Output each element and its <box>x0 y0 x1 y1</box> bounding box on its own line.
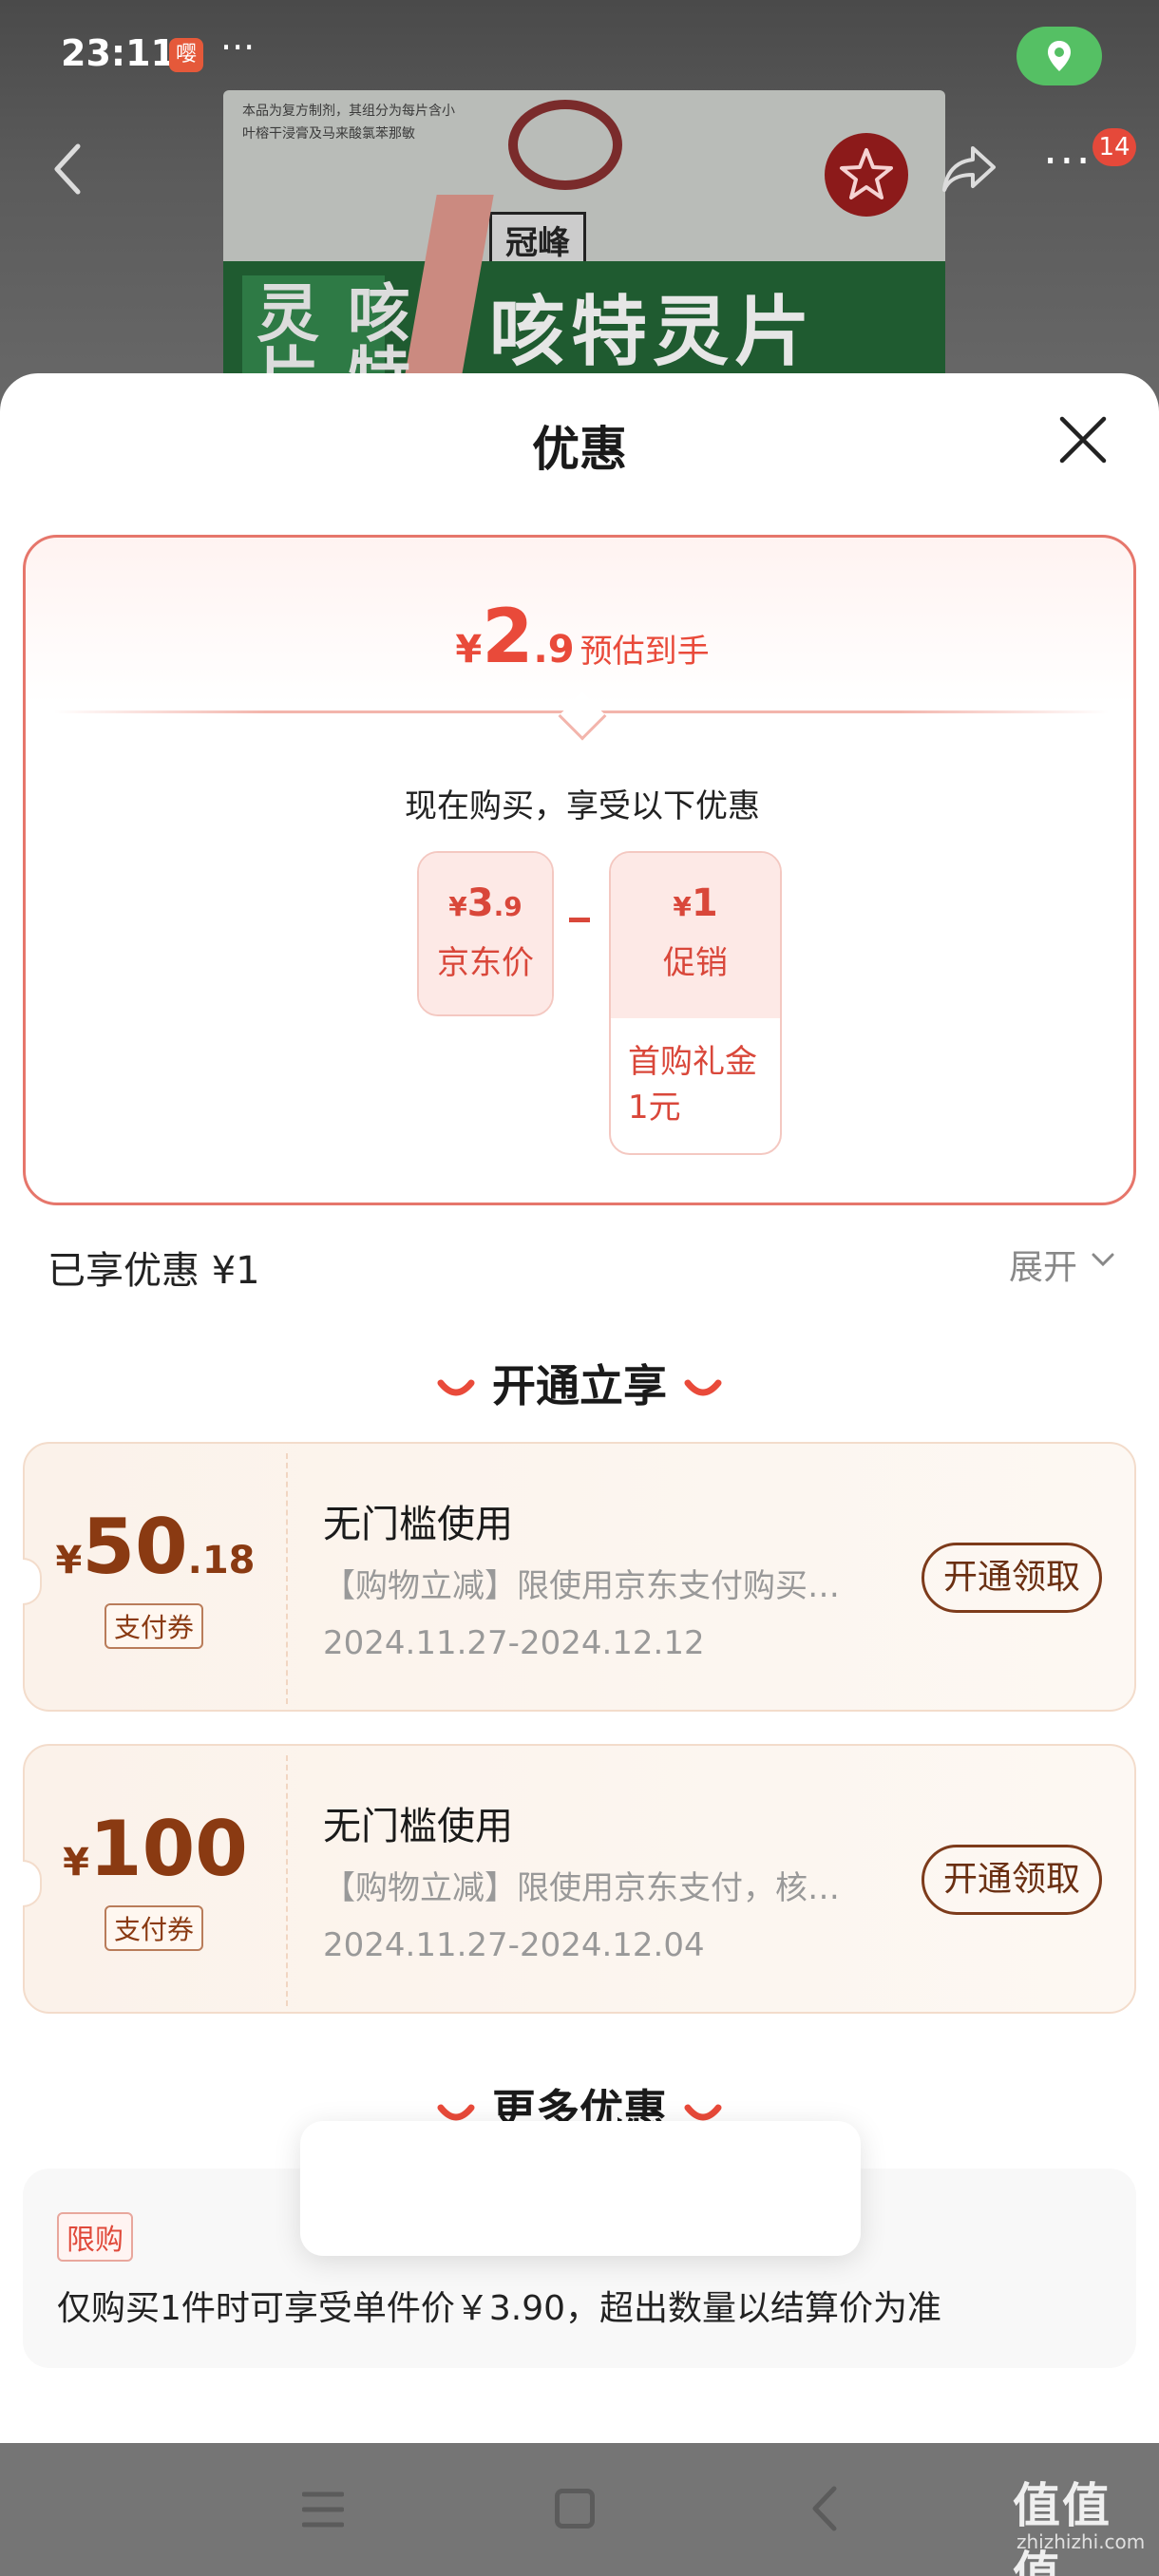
discount-sheet: 优惠 ¥2.9 预估到手 现在购买，享受以下优惠 ¥3.9 京东价 ¥1 促销 首… <box>0 373 1159 2444</box>
coupon-title: 无门槛使用 <box>323 1503 513 1546</box>
promo-currency: ¥ <box>673 891 692 922</box>
chevron-down-icon[interactable] <box>1091 1251 1115 1268</box>
estimate-integer: 2 <box>482 595 534 680</box>
coupon-date-range: 2024.11.27-2024.12.12 <box>323 1624 705 1662</box>
coupon-description: 【购物立减】限使用京东支付，核… <box>323 1869 840 1907</box>
jd-price-label: 京东价 <box>437 944 534 982</box>
coupon-date-range: 2024.11.27-2024.12.04 <box>323 1926 705 1964</box>
product-logo <box>508 100 622 190</box>
status-bar: 23:11 嘤 ··· <box>0 0 1159 104</box>
estimated-price: ¥2.9 预估到手 <box>26 595 1139 680</box>
watermark-logo: 值值值 <box>1013 2478 1112 2576</box>
app-notification-icon: 嘤 <box>169 38 203 72</box>
coupon-separator <box>286 1755 288 2006</box>
open-section-title: 开通立享 <box>0 1352 1159 1414</box>
jd-price-currency: ¥ <box>448 891 467 922</box>
smile-decor-icon <box>684 1379 722 1395</box>
divider-pointer <box>558 691 607 741</box>
promo-box: ¥1 促销 首购礼金1元 <box>609 851 782 1155</box>
watermark-url: zhizhizhi.com <box>1016 2530 1146 2553</box>
sheet-title: 优惠 <box>532 422 627 477</box>
coupon-description: 【购物立减】限使用京东支付购买… <box>323 1567 840 1605</box>
estimate-label: 预估到手 <box>580 633 710 671</box>
expand-button[interactable]: 展开 <box>1009 1240 1077 1289</box>
now-buy-text: 现在购买，享受以下优惠 <box>405 787 760 825</box>
promo-label: 促销 <box>663 944 728 982</box>
home-icon[interactable] <box>555 2489 595 2529</box>
coupon-title: 无门槛使用 <box>323 1805 513 1848</box>
favorite-star-button[interactable] <box>825 133 908 217</box>
claim-coupon-button[interactable]: 开通领取 <box>922 1543 1102 1613</box>
recent-apps-icon[interactable] <box>302 2491 344 2529</box>
system-back-icon[interactable] <box>809 2485 838 2532</box>
coupon-integer: 100 <box>88 1805 248 1893</box>
open-section-label: 开通立享 <box>492 1360 667 1411</box>
enjoyed-discount-text: 已享优惠 ¥1 <box>48 1249 260 1293</box>
coupon-card: ¥50.18 支付券 无门槛使用 【购物立减】限使用京东支付购买… 2024.1… <box>23 1442 1136 1712</box>
star-icon <box>840 148 893 199</box>
more-menu-icon[interactable]: ··· <box>1043 139 1092 184</box>
price-summary-card: ¥2.9 预估到手 现在购买，享受以下优惠 ¥3.9 京东价 ¥1 促销 首购礼金… <box>23 535 1136 1205</box>
coupon-type-tag: 支付券 <box>104 1603 204 1649</box>
toast-popup <box>300 2121 861 2256</box>
promo-value: ¥1 <box>611 853 780 925</box>
jd-price-value: ¥3.9 <box>419 853 552 925</box>
jd-price-box: ¥3.9 京东价 <box>417 851 554 1016</box>
system-nav-bar: 值值值 zhizhizhi.com <box>0 2443 1159 2576</box>
back-arrow-icon[interactable] <box>49 141 87 198</box>
estimate-decimal: .9 <box>533 628 575 672</box>
promo-integer: 1 <box>691 881 718 925</box>
limit-tag: 限购 <box>57 2212 133 2262</box>
product-fine-print: 本品为复方制剂，其组分为每片含小叶榕干浸膏及马来酸氯苯那敏 <box>242 104 455 142</box>
product-name: 咳特灵片 <box>489 287 816 376</box>
close-icon[interactable] <box>1056 413 1110 466</box>
limit-text: 仅购买1件时可享受单件价￥3.90，超出数量以结算价为准 <box>57 2289 942 2328</box>
jd-price-top: ¥3.9 京东价 <box>419 853 552 1014</box>
coupon-decimal: .18 <box>187 1539 256 1582</box>
coupon-amount: ¥50.18 <box>25 1503 286 1591</box>
location-pin-icon <box>1048 41 1071 71</box>
coupon-card: ¥100 支付券 无门槛使用 【购物立减】限使用京东支付，核… 2024.11.… <box>23 1744 1136 2014</box>
promo-top: ¥1 促销 <box>611 853 780 1018</box>
coupon-amount: ¥100 <box>25 1805 286 1893</box>
message-count-badge: 14 <box>1092 128 1136 166</box>
coupon-type-tag: 支付券 <box>104 1905 204 1951</box>
location-indicator[interactable] <box>1016 27 1102 85</box>
status-more-icon: ··· <box>220 27 256 68</box>
promo-note: 首购礼金1元 <box>628 1043 757 1127</box>
minus-sign <box>569 918 590 922</box>
coupon-integer: 50 <box>82 1503 188 1591</box>
product-brand: 冠峰 <box>489 212 586 268</box>
jd-price-decimal: .9 <box>493 891 522 922</box>
smile-decor-icon <box>437 1379 475 1395</box>
estimate-currency: ¥ <box>455 628 483 672</box>
coupon-currency: ¥ <box>55 1539 83 1582</box>
share-icon[interactable] <box>940 141 998 194</box>
coupon-separator <box>286 1453 288 1704</box>
status-time: 23:11 <box>61 32 176 74</box>
coupon-currency: ¥ <box>63 1841 89 1885</box>
jd-price-integer: 3 <box>466 881 494 925</box>
claim-coupon-button[interactable]: 开通领取 <box>922 1845 1102 1915</box>
